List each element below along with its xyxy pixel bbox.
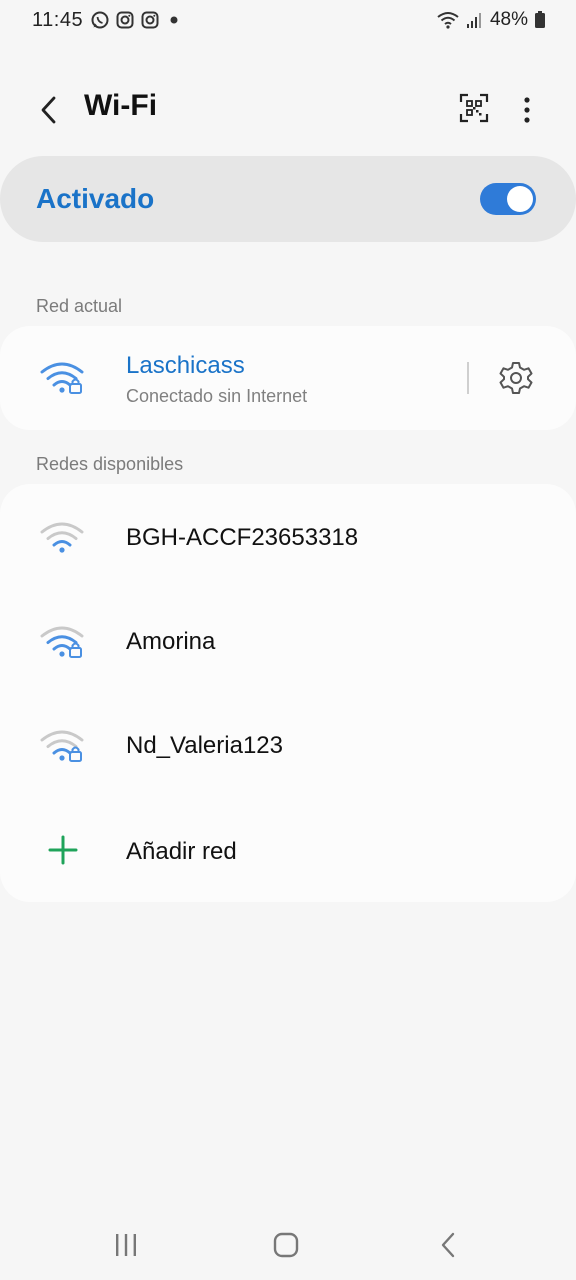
wifi-switch[interactable] (480, 183, 536, 215)
back-icon (441, 1232, 455, 1258)
back-button[interactable] (30, 90, 66, 130)
notification-dot-icon (170, 16, 178, 24)
wifi-icon (437, 12, 459, 29)
wifi-open-icon (40, 522, 84, 553)
network-name: BGH-ACCF23653318 (126, 524, 359, 551)
notification-icons (90, 10, 181, 30)
current-network-status: Conectado sin Internet (126, 386, 308, 406)
system-status: 48% (436, 9, 546, 31)
network-row[interactable]: Amorina (0, 590, 576, 694)
recent-apps-button[interactable] (106, 1228, 146, 1262)
network-row[interactable]: Nd_Valeria123 (0, 694, 576, 798)
battery-icon (535, 11, 545, 28)
whatsapp-icon (91, 11, 109, 29)
back-arrow-icon (41, 96, 56, 124)
network-name: Nd_Valeria123 (126, 732, 283, 759)
available-networks-card: BGH-ACCF23653318 Amorina Nd_Valeria123 A… (0, 484, 576, 902)
wifi-secure-icon (40, 626, 84, 658)
page-title: Wi-Fi (84, 89, 158, 122)
qr-scan-button[interactable] (456, 90, 492, 126)
section-title-available: Redes disponibles (36, 454, 184, 474)
app-header: Wi-Fi (0, 72, 576, 148)
wifi-secure-icon (40, 730, 84, 762)
add-network-row[interactable]: Añadir red (0, 798, 576, 902)
gear-icon (499, 362, 533, 394)
more-vertical-icon (524, 97, 530, 123)
switch-knob (507, 186, 533, 212)
status-bar: 11:45 48% (0, 0, 576, 44)
status-time: 11:45 (32, 9, 84, 31)
more-options-button[interactable] (510, 90, 544, 130)
current-network-card: Laschicass Conectado sin Internet (0, 326, 576, 430)
network-row[interactable]: BGH-ACCF23653318 (0, 486, 576, 590)
wifi-master-toggle[interactable]: Activado (0, 156, 576, 242)
current-network-row[interactable]: Laschicass Conectado sin Internet (0, 326, 576, 430)
wifi-status-label: Activado (36, 183, 155, 214)
navigation-bar (0, 1210, 576, 1280)
battery-percent: 48% (489, 9, 528, 30)
signal-icon (466, 13, 481, 28)
recent-apps-icon (116, 1234, 136, 1256)
qr-code-icon (459, 93, 489, 123)
home-icon (273, 1232, 299, 1258)
add-network-label: Añadir red (126, 838, 237, 865)
network-settings-button[interactable] (494, 356, 538, 400)
section-title-current: Red actual (36, 296, 123, 316)
nav-back-button[interactable] (428, 1228, 468, 1262)
current-network-name: Laschicass (126, 352, 245, 379)
plus-icon (48, 835, 78, 865)
instagram-icon (116, 11, 134, 29)
instagram-icon (141, 11, 159, 29)
divider (467, 362, 469, 394)
wifi-secure-icon (40, 362, 84, 394)
home-button[interactable] (266, 1228, 306, 1262)
network-name: Amorina (126, 628, 216, 655)
